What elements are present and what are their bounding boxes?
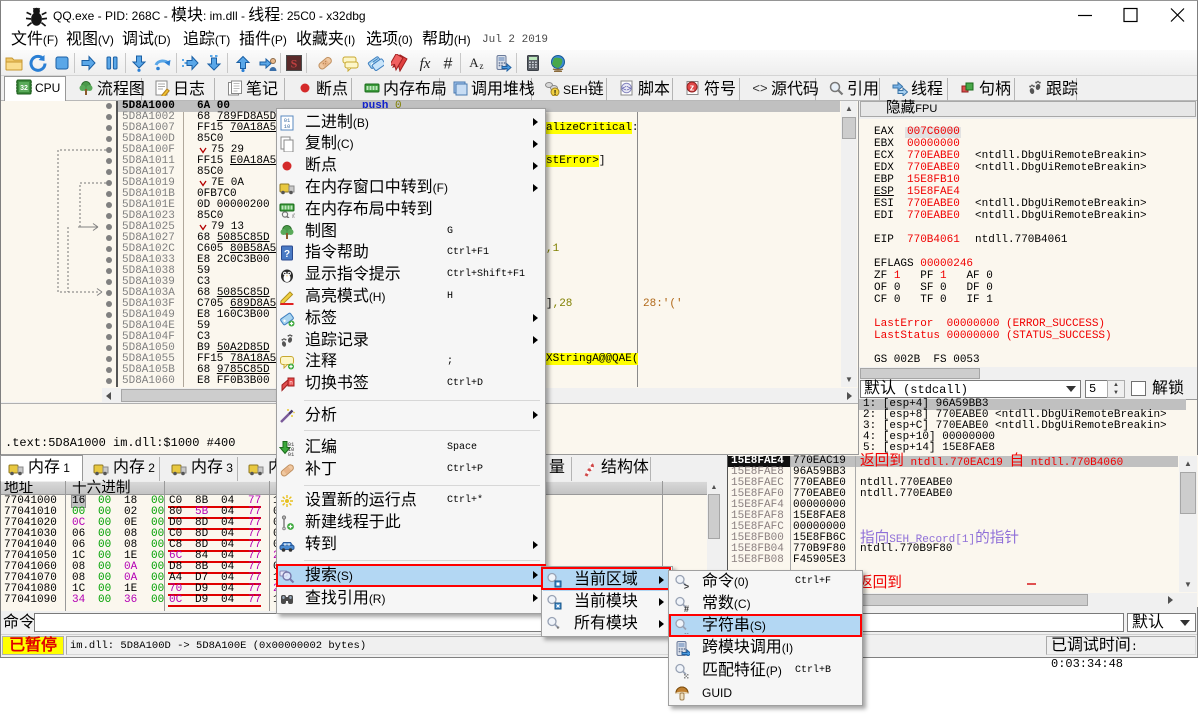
svg-text:n: n: [289, 381, 292, 387]
svg-text:<>: <>: [752, 81, 767, 96]
svg-text:>: >: [684, 581, 689, 590]
svg-text:<>: <>: [622, 84, 632, 93]
svg-text:#: #: [444, 56, 453, 73]
svg-text:10: 10: [284, 123, 291, 130]
svg-text:z: z: [690, 83, 695, 93]
svg-text:z: z: [480, 61, 484, 71]
svg-text:A: A: [469, 55, 479, 70]
svg-text:*: *: [556, 625, 559, 632]
svg-text:fx: fx: [420, 56, 431, 72]
svg-text:?: ?: [284, 249, 290, 260]
svg-text:32: 32: [20, 85, 28, 92]
svg-text:!: !: [554, 90, 556, 96]
svg-text:@: @: [292, 214, 296, 218]
svg-text:S: S: [291, 57, 298, 71]
svg-text:01: 01: [288, 451, 295, 456]
svg-text:#: #: [684, 604, 689, 612]
